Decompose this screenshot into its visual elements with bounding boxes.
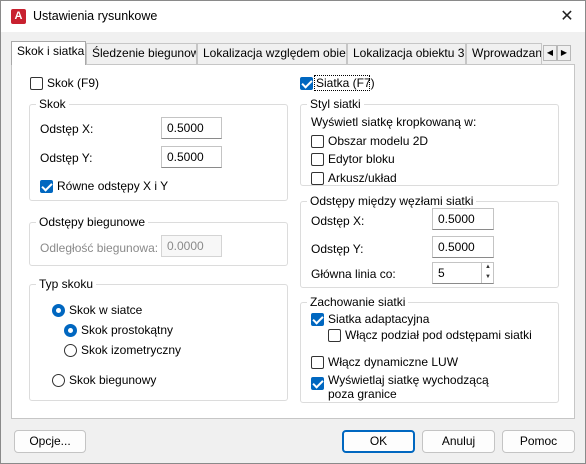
adaptive-grid-checkbox[interactable]	[311, 313, 324, 326]
model-space-checkbox[interactable]	[311, 135, 324, 148]
equal-spacing-checkbox[interactable]	[40, 180, 53, 193]
spin-up-icon[interactable]: ▲	[483, 263, 493, 272]
grid-style-subtitle: Wyświetl siatkę kropkowaną w:	[311, 115, 477, 129]
tab-snap-and-grid[interactable]: Skok i siatka	[11, 41, 86, 65]
title-bar: A Ustawienia rysunkowe ✕	[1, 1, 585, 32]
block-editor-label: Edytor bloku	[328, 152, 395, 166]
isometric-snap-label: Skok izometryczny	[81, 343, 182, 357]
polar-spacing-title: Odstępy biegunowe	[36, 215, 149, 229]
ok-button[interactable]: OK	[342, 430, 415, 453]
tab-dynamic-input[interactable]: Wprowadzanie	[466, 43, 542, 64]
tab-polar-tracking[interactable]: Śledzenie biegunowe	[86, 43, 197, 64]
snap-on-label: Skok (F9)	[47, 76, 100, 90]
polar-distance-label: Odległość biegunowa:	[40, 241, 159, 255]
dynamic-ucs-label: Włącz dynamiczne LUW	[328, 355, 459, 369]
beyond-limits-checkbox[interactable]	[311, 377, 324, 390]
equal-spacing-label: Równe odstępy X i Y	[57, 179, 169, 193]
grid-x-input[interactable]: 0.5000	[432, 208, 494, 230]
autocad-app-icon: A	[11, 9, 26, 24]
grid-behavior-title: Zachowanie siatki	[307, 295, 409, 309]
dialog-title: Ustawienia rysunkowe	[33, 9, 158, 23]
tab-3d-object-snap[interactable]: Lokalizacja obiektu 3D	[347, 43, 466, 64]
model-space-label: Obszar modelu 2D	[328, 134, 429, 148]
snap-x-input[interactable]: 0.5000	[161, 117, 222, 139]
grid-spacing-title: Odstępy między węzłami siatki	[307, 194, 477, 208]
cancel-button[interactable]: Anuluj	[422, 430, 495, 453]
grid-on-checkbox[interactable]	[300, 77, 313, 90]
tab-scroll-left-icon[interactable]: ◀	[543, 45, 557, 61]
help-button[interactable]: Pomoc	[502, 430, 575, 453]
snap-on-checkbox[interactable]	[30, 77, 43, 90]
tab-object-snap[interactable]: Lokalizacja względem obiektu	[197, 43, 347, 64]
isometric-snap-radio[interactable]	[64, 344, 77, 357]
sheet-layout-label: Arkusz/układ	[328, 171, 397, 185]
rectangular-snap-label: Skok prostokątny	[81, 323, 174, 337]
spin-down-icon[interactable]: ▼	[483, 273, 493, 282]
grid-y-label: Odstęp Y:	[311, 242, 364, 256]
major-line-label: Główna linia co:	[311, 267, 396, 281]
snap-y-input[interactable]: 0.5000	[161, 146, 222, 168]
grid-on-label: Siatka (F7)	[316, 76, 375, 90]
subdivision-checkbox[interactable]	[328, 329, 341, 342]
polar-distance-input[interactable]: 0.0000	[161, 235, 222, 257]
subdivision-label: Włącz podział pod odstępami siatki	[345, 328, 532, 342]
sheet-layout-checkbox[interactable]	[311, 172, 324, 185]
grid-y-input[interactable]: 0.5000	[432, 236, 494, 258]
adaptive-grid-label: Siatka adaptacyjna	[328, 312, 430, 326]
tab-scroll-right-icon[interactable]: ▶	[557, 45, 571, 61]
rectangular-snap-radio[interactable]	[64, 324, 77, 337]
snap-spacing-title: Skok	[36, 97, 69, 111]
beyond-limits-label-line2: poza granice	[328, 387, 397, 401]
polar-snap-label: Skok biegunowy	[69, 373, 157, 387]
snap-y-label: Odstęp Y:	[40, 151, 93, 165]
options-button[interactable]: Opcje...	[14, 430, 86, 453]
snap-type-title: Typ skoku	[36, 277, 97, 291]
grid-style-title: Styl siatki	[307, 97, 364, 111]
major-line-spinner[interactable]: ▲ ▼	[481, 263, 493, 283]
major-line-input[interactable]: 5 ▲ ▼	[432, 262, 494, 284]
grid-snap-radio[interactable]	[52, 304, 65, 317]
grid-x-label: Odstęp X:	[311, 214, 365, 228]
close-icon[interactable]: ✕	[557, 7, 577, 27]
beyond-limits-label-line1: Wyświetlaj siatkę wychodzącą	[328, 373, 489, 387]
snap-x-label: Odstęp X:	[40, 122, 94, 136]
block-editor-checkbox[interactable]	[311, 153, 324, 166]
major-line-value: 5	[438, 266, 445, 280]
drafting-settings-dialog: A Ustawienia rysunkowe ✕ Skok i siatka Ś…	[0, 0, 586, 464]
dynamic-ucs-checkbox[interactable]	[311, 356, 324, 369]
grid-snap-label: Skok w siatce	[69, 303, 143, 317]
polar-snap-radio[interactable]	[52, 374, 65, 387]
